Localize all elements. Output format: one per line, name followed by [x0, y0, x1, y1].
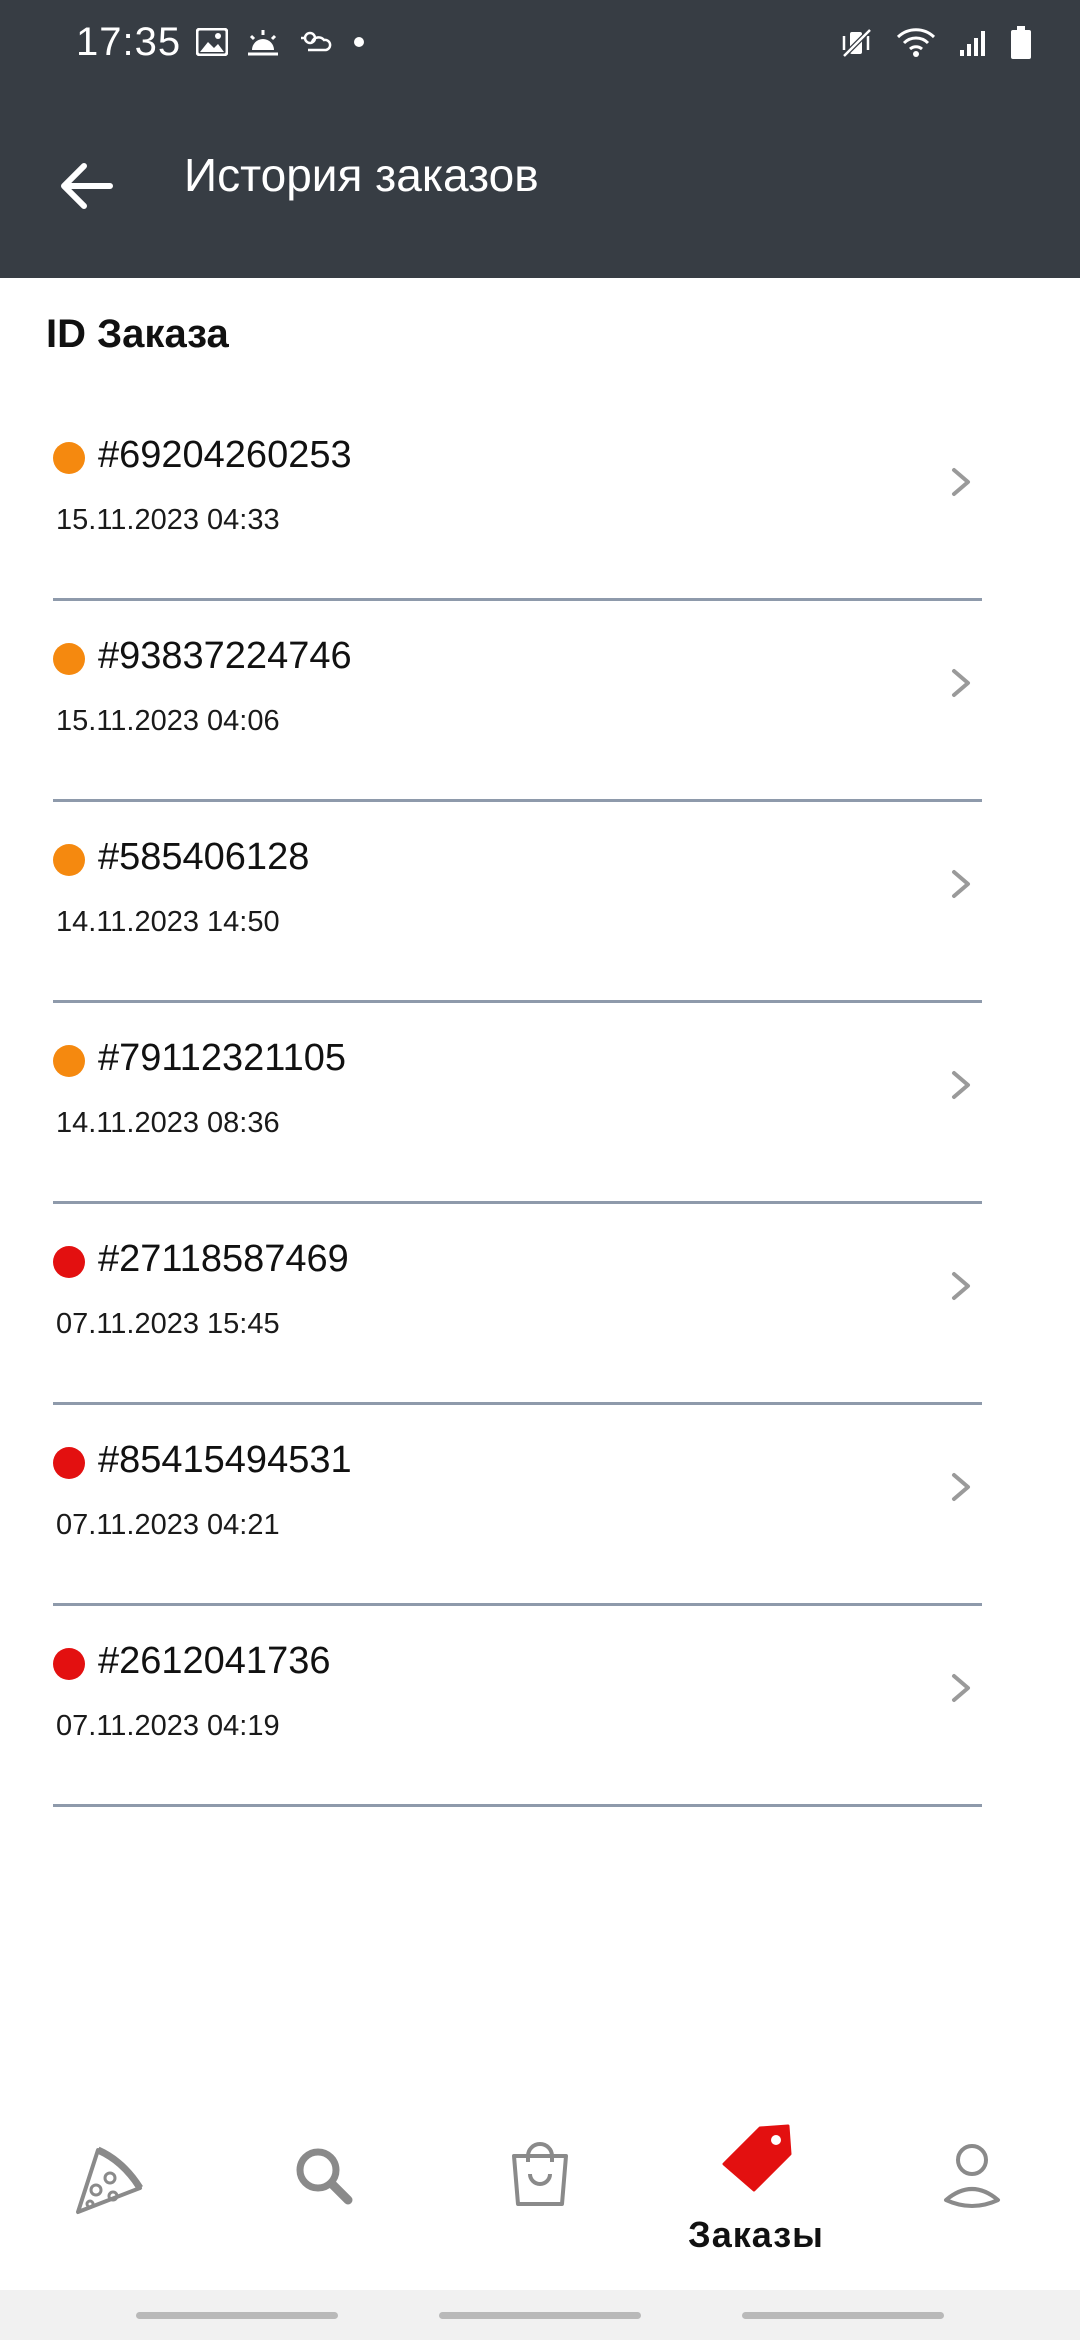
order-id: #2612041736 [98, 1640, 331, 1682]
status-dot [53, 442, 85, 474]
chevron-right-icon [952, 1272, 970, 1300]
order-date: 14.11.2023 08:36 [56, 1107, 280, 1139]
page-title: История заказов [184, 149, 539, 201]
chevron-right-icon [952, 468, 970, 496]
order-id: #69204260253 [98, 434, 352, 476]
section-title: ID Заказа [46, 312, 229, 356]
order-date: 15.11.2023 04:33 [56, 504, 280, 536]
order-id: #85415494531 [98, 1439, 352, 1481]
pizza-icon [76, 2146, 143, 2214]
arrow-left-icon [61, 163, 113, 209]
status-dot [53, 1045, 85, 1077]
sunrise-icon [246, 28, 280, 56]
nav-item-profile[interactable] [872, 2100, 1072, 2290]
status-dot [53, 643, 85, 675]
status-dot [53, 1246, 85, 1278]
order-row[interactable]: #93837224746 15.11.2023 04:06 [0, 601, 1080, 802]
tag-icon [722, 2124, 792, 2192]
chevron-right-icon [952, 1071, 970, 1099]
order-row[interactable]: #2612041736 07.11.2023 04:19 [0, 1606, 1080, 1807]
order-row[interactable]: #585406128 14.11.2023 14:50 [0, 802, 1080, 1003]
battery-icon [1010, 26, 1032, 60]
status-right-icons [840, 26, 1032, 60]
gesture-handle[interactable] [136, 2312, 338, 2319]
order-row[interactable]: #85415494531 07.11.2023 04:21 [0, 1405, 1080, 1606]
order-date: 07.11.2023 04:21 [56, 1509, 280, 1541]
order-row[interactable]: #79112321105 14.11.2023 08:36 [0, 1003, 1080, 1204]
order-date: 15.11.2023 04:06 [56, 705, 280, 737]
wifi-icon [896, 27, 936, 59]
order-id: #585406128 [98, 836, 310, 878]
gesture-handle[interactable] [439, 2312, 641, 2319]
order-id: #27118587469 [98, 1238, 349, 1280]
nav-item-cart[interactable] [440, 2100, 640, 2290]
order-date: 07.11.2023 15:45 [56, 1308, 280, 1340]
weather-icon [298, 28, 334, 56]
status-left-icons [196, 28, 366, 56]
order-id: #93837224746 [98, 635, 352, 677]
status-dot [53, 844, 85, 876]
order-row[interactable]: #69204260253 15.11.2023 04:33 [0, 400, 1080, 601]
chevron-right-icon [952, 1674, 970, 1702]
bottom-nav: Заказы [0, 2100, 1080, 2290]
order-row[interactable]: #27118587469 07.11.2023 15:45 [0, 1204, 1080, 1405]
status-dot [53, 1447, 85, 1479]
dot-icon [352, 35, 366, 49]
chevron-right-icon [952, 669, 970, 697]
vibrate-icon [840, 26, 874, 60]
back-button[interactable] [50, 150, 122, 222]
orders-list: #69204260253 15.11.2023 04:33 #938372247… [0, 400, 1080, 1807]
status-dot [53, 1648, 85, 1680]
user-icon [944, 2144, 1000, 2208]
search-icon [296, 2148, 353, 2205]
signal-icon [958, 28, 988, 58]
nav-item-menu[interactable] [8, 2100, 208, 2290]
nav-item-orders[interactable]: Заказы [656, 2100, 856, 2290]
status-time: 17:35 [76, 20, 182, 64]
chevron-right-icon [952, 1473, 970, 1501]
order-date: 07.11.2023 04:19 [56, 1710, 280, 1742]
shopping-bag-icon [512, 2142, 568, 2206]
order-date: 14.11.2023 14:50 [56, 906, 280, 938]
app-header: 17:35 История заказов [0, 0, 1080, 278]
order-id: #79112321105 [98, 1037, 346, 1079]
divider [53, 1804, 982, 1807]
gesture-handle[interactable] [742, 2312, 944, 2319]
nav-label-orders: Заказы [688, 2214, 824, 2255]
image-icon [196, 28, 228, 56]
nav-item-search[interactable] [224, 2100, 424, 2290]
chevron-right-icon [952, 870, 970, 898]
gesture-bar [0, 2290, 1080, 2340]
